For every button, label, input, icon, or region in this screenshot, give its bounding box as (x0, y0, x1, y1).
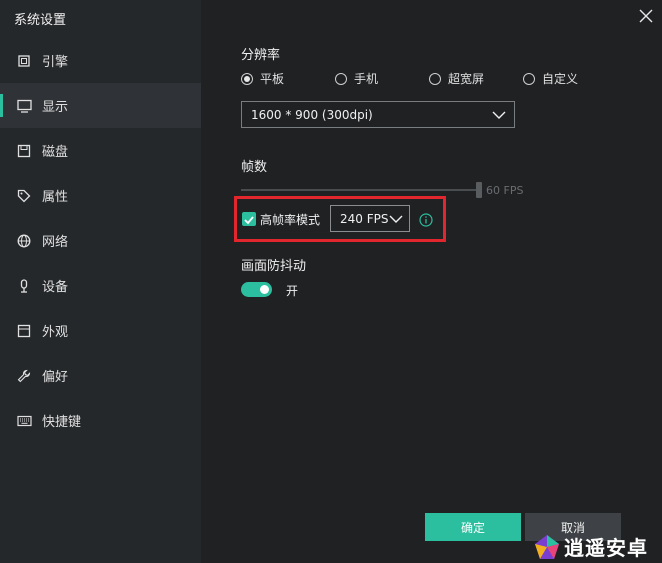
keyboard-icon (16, 413, 32, 429)
sidebar-item-device[interactable]: 设备 (0, 263, 201, 308)
microphone-icon (16, 278, 32, 294)
sidebar-item-appearance[interactable]: 外观 (0, 308, 201, 353)
stabilization-label: 画面防抖动 (241, 259, 307, 274)
sidebar-item-label: 快捷键 (42, 415, 82, 430)
radio-label: 超宽屏 (448, 72, 485, 86)
radio-label: 自定义 (542, 72, 579, 86)
sidebar-item-label: 引擎 (42, 55, 69, 70)
high-fps-checkbox[interactable] (242, 212, 256, 226)
display-settings-panel: 分辨率 平板 手机 超宽屏 自定义 1600 * 900 (300dpi) 帧数… (201, 0, 662, 563)
radio-label: 手机 (354, 72, 379, 86)
sidebar-nav: 引擎 显示 磁盘 属性 网络 设备 外观 偏好 快捷键 (0, 38, 201, 443)
sidebar-item-label: 磁盘 (42, 145, 69, 160)
info-icon[interactable] (419, 212, 433, 227)
monitor-icon (16, 98, 32, 114)
radio-dot (429, 72, 441, 85)
fps-slider-thumb[interactable] (476, 182, 482, 198)
tag-icon (16, 188, 32, 204)
ok-button[interactable]: 确定 (425, 513, 521, 541)
sidebar-item-engine[interactable]: 引擎 (0, 38, 201, 83)
chevron-down-icon (389, 213, 403, 227)
fps-slider-value: 60 FPS (486, 184, 524, 197)
engine-chip-icon (16, 53, 32, 69)
globe-icon (16, 233, 32, 249)
high-fps-label: 高帧率模式 (260, 213, 321, 227)
sidebar-item-disk[interactable]: 磁盘 (0, 128, 201, 173)
sidebar-item-label: 属性 (42, 190, 69, 205)
sidebar-item-network[interactable]: 网络 (0, 218, 201, 263)
radio-ultrawide[interactable]: 超宽屏 (429, 70, 523, 87)
radio-label: 平板 (260, 72, 285, 86)
sidebar-item-properties[interactable]: 属性 (0, 173, 201, 218)
disk-save-icon (16, 143, 32, 159)
sidebar-item-label: 网络 (42, 235, 69, 250)
resolution-mode-group: 平板 手机 超宽屏 自定义 (241, 70, 593, 87)
window-layout-icon (16, 323, 32, 339)
watermark-logo-icon (534, 534, 560, 560)
resolution-value: 1600 * 900 (300dpi) (251, 107, 373, 122)
sidebar-item-display[interactable]: 显示 (0, 83, 201, 128)
fps-label: 帧数 (241, 160, 268, 175)
sidebar-item-shortcuts[interactable]: 快捷键 (0, 398, 201, 443)
sidebar: 系统设置 引擎 显示 磁盘 属性 网络 设备 外观 偏好 快捷键 (0, 0, 201, 563)
wrench-icon (16, 368, 32, 384)
radio-dot (335, 72, 347, 85)
radio-dot (523, 72, 535, 85)
sidebar-item-label: 显示 (42, 100, 69, 115)
settings-window: 系统设置 引擎 显示 磁盘 属性 网络 设备 外观 偏好 快捷键 分辨率 平板 … (0, 0, 662, 563)
sidebar-item-label: 偏好 (42, 370, 69, 385)
sidebar-item-label: 设备 (42, 280, 69, 295)
sidebar-item-preferences[interactable]: 偏好 (0, 353, 201, 398)
window-title: 系统设置 (14, 13, 67, 28)
stabilization-state: 开 (286, 284, 299, 298)
radio-custom[interactable]: 自定义 (523, 70, 593, 87)
resolution-label: 分辨率 (241, 48, 281, 63)
resolution-dropdown[interactable]: 1600 * 900 (300dpi) (241, 101, 515, 128)
high-fps-value: 240 FPS (340, 211, 389, 226)
high-fps-dropdown[interactable]: 240 FPS (330, 205, 410, 232)
checkmark-icon (244, 216, 254, 225)
watermark-text: 逍遥安卓 (564, 536, 648, 560)
chevron-down-icon (492, 109, 506, 123)
watermark: 逍遥安卓 (534, 530, 662, 563)
radio-phone[interactable]: 手机 (335, 70, 429, 87)
sidebar-item-label: 外观 (42, 325, 69, 340)
fps-slider-track[interactable] (241, 189, 476, 191)
radio-tablet[interactable]: 平板 (241, 70, 335, 87)
stabilization-toggle[interactable] (241, 282, 272, 297)
radio-dot (241, 72, 253, 85)
